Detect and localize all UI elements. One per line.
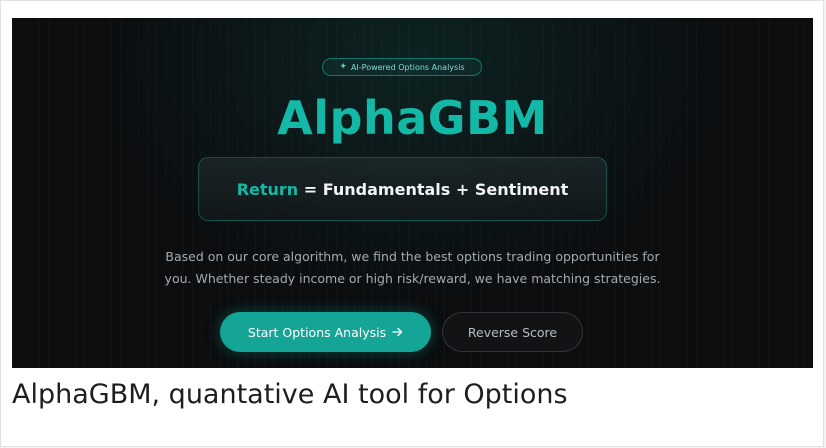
ai-badge: ✦ AI-Powered Options Analysis — [322, 58, 482, 76]
preview-card: ✦ AI-Powered Options Analysis AlphaGBM R… — [0, 0, 824, 447]
hero-description: Based on our core algorithm, we find the… — [12, 246, 813, 290]
formula-box: Return = Fundamentals + Sentiment — [198, 157, 607, 221]
reverse-score-button[interactable]: Reverse Score — [442, 312, 583, 352]
arrow-right-icon — [392, 325, 403, 340]
ai-badge-label: AI-Powered Options Analysis — [350, 62, 465, 72]
start-options-analysis-button[interactable]: Start Options Analysis — [220, 312, 431, 352]
hero-description-line-1: Based on our core algorithm, we find the… — [165, 249, 660, 264]
start-options-analysis-label: Start Options Analysis — [247, 324, 387, 340]
hero-banner: ✦ AI-Powered Options Analysis AlphaGBM R… — [12, 18, 813, 368]
formula-accent-word: Return — [236, 179, 299, 199]
sparkles-icon: ✦ — [339, 61, 347, 72]
formula-rest: = Fundamentals + Sentiment — [298, 179, 569, 199]
preview-caption[interactable]: AlphaGBM, quantative AI tool for Options — [12, 375, 568, 415]
hero-description-line-2: you. Whether steady income or high risk/… — [164, 271, 661, 286]
brand-title: AlphaGBM — [277, 91, 548, 145]
